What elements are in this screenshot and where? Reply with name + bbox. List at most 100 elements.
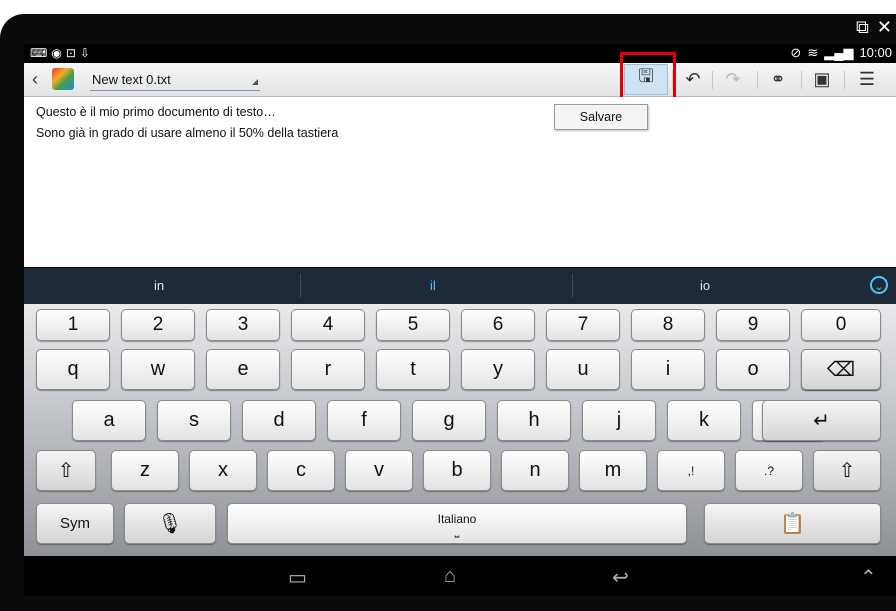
key[interactable]: c — [267, 450, 335, 491]
signal-icon: ▂▄▆ — [824, 45, 854, 60]
toolbar-divider — [757, 71, 758, 89]
status-bar: ⌨ ◉ ⊡ ⇩ ⊘ ≋ ▂▄▆ 10:00 — [24, 44, 896, 63]
clipboard-icon: 📋 — [780, 513, 805, 535]
status-time: 10:00 — [859, 45, 892, 60]
key[interactable]: j — [582, 400, 656, 441]
toolbar-divider — [801, 71, 802, 89]
key[interactable]: m — [579, 450, 647, 491]
device-bezel-bottom — [0, 596, 896, 611]
menu-button[interactable]: ☰ — [852, 65, 882, 93]
collapse-suggestions-icon[interactable]: ⌄ — [870, 276, 888, 294]
toolbar-divider — [844, 71, 845, 89]
key[interactable]: 2 — [121, 309, 195, 341]
find-button[interactable]: ⚭ — [763, 65, 793, 93]
save-button-callout — [620, 52, 676, 102]
key[interactable]: f — [327, 400, 401, 441]
home-icon[interactable]: ⌂ — [444, 565, 456, 588]
space-bar-icon: ⎵ — [454, 523, 460, 538]
sync-notification-icon: ⊡ — [65, 46, 76, 60]
enter-icon: ↵ — [813, 410, 830, 432]
space-key[interactable]: Italiano ⎵ — [227, 503, 687, 544]
android-navigation-bar: ▭ ⌂ ↩ ⌃ — [24, 556, 896, 596]
undo-button[interactable]: ↶ — [678, 65, 708, 93]
editor-line: Questo è il mio primo documento di testo… — [36, 105, 276, 119]
key[interactable]: v — [345, 450, 413, 491]
toolbar-divider — [712, 71, 713, 89]
backspace-key[interactable]: ⌫ — [801, 349, 881, 390]
clipboard-key[interactable]: 📋 — [704, 503, 881, 544]
back-chevron-icon[interactable]: ‹ — [32, 69, 38, 90]
redo-icon: ↷ — [725, 68, 741, 89]
key[interactable]: x — [189, 450, 257, 491]
mute-icon: ⊘ — [790, 45, 802, 60]
recent-apps-icon[interactable]: ▭ — [288, 565, 307, 590]
suggestion-bar: in il io ⌄ — [24, 268, 896, 304]
document-title[interactable]: New text 0.txt — [92, 72, 171, 87]
key[interactable]: g — [412, 400, 486, 441]
key[interactable]: i — [631, 349, 705, 390]
key[interactable]: e — [206, 349, 280, 390]
key[interactable]: 3 — [206, 309, 280, 341]
key[interactable]: 7 — [546, 309, 620, 341]
close-icon[interactable]: ✕ — [877, 16, 892, 38]
suggestion-divider — [300, 274, 301, 298]
save-tooltip: Salvare — [554, 104, 648, 130]
key[interactable]: s — [157, 400, 231, 441]
back-icon[interactable]: ↩ — [612, 565, 629, 590]
key[interactable]: n — [501, 450, 569, 491]
window-controls: ⧉ ✕ — [856, 16, 892, 38]
key-label: ,! — [687, 463, 695, 478]
key[interactable]: 5 — [376, 309, 450, 341]
key[interactable]: w — [121, 349, 195, 390]
key[interactable]: o — [716, 349, 790, 390]
document-export-icon: ▣ — [813, 68, 831, 89]
key-label: .? — [763, 463, 774, 478]
key[interactable]: q — [36, 349, 110, 390]
export-button[interactable]: ▣ — [807, 65, 837, 93]
redo-button[interactable]: ↷ — [718, 65, 748, 93]
shift-key-right[interactable]: ⇧ — [813, 450, 881, 491]
key[interactable]: b — [423, 450, 491, 491]
voice-input-key[interactable]: 🎙 — [124, 503, 216, 544]
eye-notification-icon: ◉ — [51, 46, 62, 60]
virtual-keyboard: 1 2 3 4 5 6 7 8 9 0 q w e r t y u i o p … — [24, 304, 896, 556]
menu-icon: ☰ — [858, 68, 876, 89]
suggestion-divider — [572, 274, 573, 298]
title-dropdown-caret-icon — [252, 79, 258, 85]
punctuation-key-period[interactable]: .? — [735, 450, 803, 491]
key[interactable]: h — [497, 400, 571, 441]
suggestion-item[interactable]: in — [154, 278, 164, 293]
shift-up-icon: ⇧ — [57, 460, 75, 482]
key[interactable]: 4 — [291, 309, 365, 341]
key[interactable]: z — [111, 450, 179, 491]
shift-key-left[interactable]: ⇧ — [36, 450, 96, 491]
key[interactable]: 8 — [631, 309, 705, 341]
editor-line: Sono già in grado di usare almeno il 50%… — [36, 126, 339, 140]
backspace-icon: ⌫ — [826, 359, 856, 381]
key[interactable]: 0 — [801, 309, 881, 341]
key[interactable]: t — [376, 349, 450, 390]
key[interactable]: k — [667, 400, 741, 441]
suggestion-item-selected[interactable]: il — [430, 278, 436, 293]
key[interactable]: 9 — [716, 309, 790, 341]
key[interactable]: y — [461, 349, 535, 390]
sym-key[interactable]: Sym — [36, 503, 114, 544]
title-underline — [90, 90, 260, 91]
shift-up-icon: ⇧ — [838, 460, 856, 482]
key[interactable]: 1 — [36, 309, 110, 341]
microphone-icon: 🎙 — [157, 513, 183, 535]
keyboard-notification-icon: ⌨ — [30, 46, 48, 60]
text-editor[interactable]: Questo è il mio primo documento di testo… — [24, 97, 896, 267]
key[interactable]: u — [546, 349, 620, 390]
popout-icon[interactable]: ⧉ — [856, 16, 869, 38]
chevron-up-icon[interactable]: ⌃ — [860, 565, 877, 590]
key[interactable]: d — [242, 400, 316, 441]
suggestion-item[interactable]: io — [700, 278, 710, 293]
key[interactable]: a — [72, 400, 146, 441]
punctuation-key-comma[interactable]: ,! — [657, 450, 725, 491]
key[interactable]: 6 — [461, 309, 535, 341]
binoculars-icon: ⚭ — [770, 68, 786, 89]
editor-toolbar: ‹ New text 0.txt 🖫 ↶ ↷ ⚭ ▣ ☰ — [24, 63, 896, 97]
enter-key[interactable]: ↵ — [762, 400, 881, 441]
key[interactable]: r — [291, 349, 365, 390]
